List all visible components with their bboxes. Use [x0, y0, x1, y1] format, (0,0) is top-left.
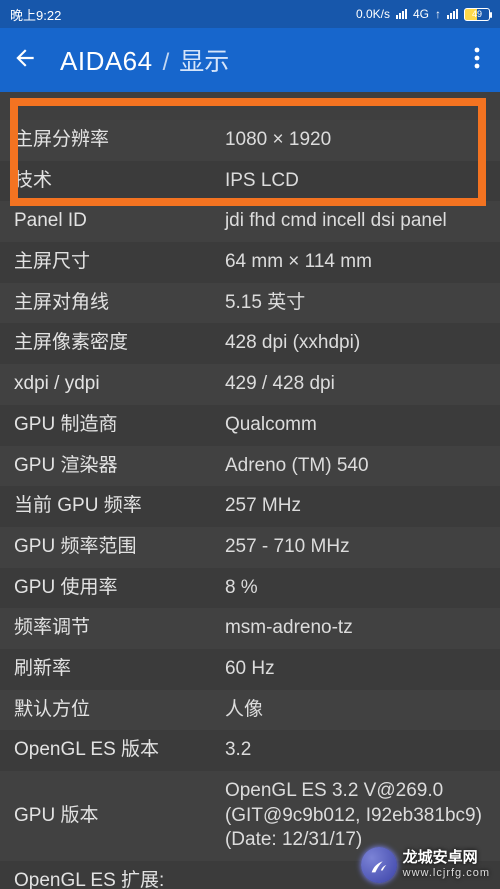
table-row: OpenGL ES 版本3.2 — [0, 730, 500, 771]
status-bar: 晚上9:22 0.0K/s 4G ↑ 49 — [0, 0, 500, 28]
table-row: GPU 制造商Qualcomm — [0, 405, 500, 446]
table-row: 主屏尺寸64 mm × 114 mm — [0, 242, 500, 283]
row-label: 刷新率 — [0, 649, 211, 690]
row-value: 8 % — [211, 568, 500, 609]
row-value: 人像 — [211, 690, 500, 731]
watermark-title: 龙城安卓网 — [403, 849, 490, 867]
watermark-logo-icon — [361, 847, 397, 883]
watermark-url: www.lcjrfg.com — [403, 867, 490, 880]
row-label: 技术 — [0, 161, 211, 202]
row-label: 主屏对角线 — [0, 283, 211, 324]
row-value: msm-adreno-tz — [211, 608, 500, 649]
status-net: 4G — [413, 7, 429, 21]
content-area: 主屏分辨率1080 × 1920技术IPS LCDPanel IDjdi fhd… — [0, 92, 500, 889]
row-label: 默认方位 — [0, 690, 211, 731]
row-value: IPS LCD — [211, 161, 500, 202]
status-speed: 0.0K/s — [356, 7, 390, 21]
table-row: xdpi / ydpi429 / 428 dpi — [0, 364, 500, 405]
row-value: 257 - 710 MHz — [211, 527, 500, 568]
back-icon[interactable] — [12, 45, 38, 76]
row-label: Panel ID — [0, 201, 211, 242]
row-label: GPU 版本 — [0, 771, 211, 861]
table-row: GPU 渲染器Adreno (TM) 540 — [0, 446, 500, 487]
row-label: GPU 频率范围 — [0, 527, 211, 568]
mobile-up-icon: ↑ — [435, 7, 441, 21]
row-value: 5.15 英寸 — [211, 283, 500, 324]
table-row: 当前 GPU 频率257 MHz — [0, 486, 500, 527]
row-value: 429 / 428 dpi — [211, 364, 500, 405]
row-value: 3.2 — [211, 730, 500, 771]
row-label: 主屏分辨率 — [0, 120, 211, 161]
table-row: 刷新率60 Hz — [0, 649, 500, 690]
app-subtitle: 显示 — [179, 42, 229, 78]
row-value: 1080 × 1920 — [211, 120, 500, 161]
row-value: Adreno (TM) 540 — [211, 446, 500, 487]
more-icon[interactable] — [466, 39, 488, 82]
table-row: 主屏分辨率1080 × 1920 — [0, 120, 500, 161]
row-value: Qualcomm — [211, 405, 500, 446]
app-title: AIDA64 — [60, 46, 153, 77]
info-table: 主屏分辨率1080 × 1920技术IPS LCDPanel IDjdi fhd… — [0, 120, 500, 889]
table-row: 主屏对角线5.15 英寸 — [0, 283, 500, 324]
row-label: GPU 使用率 — [0, 568, 211, 609]
row-value: 428 dpi (xxhdpi) — [211, 323, 500, 364]
table-row: 频率调节msm-adreno-tz — [0, 608, 500, 649]
row-value: jdi fhd cmd incell dsi panel — [211, 201, 500, 242]
row-label: 频率调节 — [0, 608, 211, 649]
row-label: 主屏尺寸 — [0, 242, 211, 283]
table-row: 技术IPS LCD — [0, 161, 500, 202]
app-separator: / — [163, 49, 170, 77]
row-label: 当前 GPU 频率 — [0, 486, 211, 527]
row-label: xdpi / ydpi — [0, 364, 211, 405]
row-label: OpenGL ES 版本 — [0, 730, 211, 771]
table-row: 主屏像素密度428 dpi (xxhdpi) — [0, 323, 500, 364]
row-value: 64 mm × 114 mm — [211, 242, 500, 283]
row-label: 主屏像素密度 — [0, 323, 211, 364]
row-label: OpenGL ES 扩展: — [0, 861, 211, 889]
table-row: GPU 使用率8 % — [0, 568, 500, 609]
row-label: GPU 制造商 — [0, 405, 211, 446]
watermark: 龙城安卓网 www.lcjrfg.com — [361, 847, 490, 883]
row-value: 60 Hz — [211, 649, 500, 690]
row-value: 257 MHz — [211, 486, 500, 527]
signal-icon-2 — [447, 9, 458, 19]
signal-icon-1 — [396, 9, 407, 19]
row-label: GPU 渲染器 — [0, 446, 211, 487]
table-row: Panel IDjdi fhd cmd incell dsi panel — [0, 201, 500, 242]
table-row: 默认方位人像 — [0, 690, 500, 731]
battery-icon: 49 — [464, 8, 490, 21]
table-row: GPU 频率范围257 - 710 MHz — [0, 527, 500, 568]
status-time: 晚上9:22 — [10, 5, 61, 24]
app-bar: AIDA64 / 显示 — [0, 28, 500, 92]
